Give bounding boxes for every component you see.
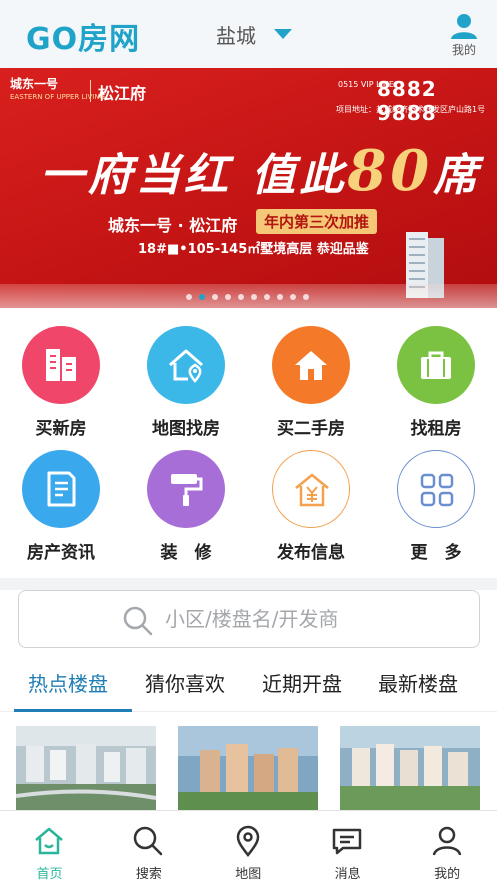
category-label: 更 多 [410, 543, 462, 563]
search-input[interactable] [165, 603, 465, 635]
category-label: 发布信息 [277, 543, 345, 563]
banner-slogan-text: 一府当红 值此 [40, 150, 348, 201]
carousel-dot[interactable] [277, 294, 283, 300]
listing-thumbnail[interactable] [16, 726, 156, 812]
listing-thumbnail[interactable] [340, 726, 480, 812]
category-label: 装 修 [160, 543, 212, 563]
banner-detail: 18#■•105-145㎡墅境高层 恭迎品鉴 [138, 242, 369, 257]
banner-project: 松江府 [98, 84, 147, 103]
grid-icon [397, 450, 475, 528]
banner-slogan: 一府当红 值此80席 [40, 138, 481, 204]
caret-down-icon[interactable] [274, 29, 292, 39]
category-yuan-house[interactable]: 发布信息 [256, 442, 366, 563]
category-label: 买新房 [35, 419, 87, 439]
category-building[interactable]: 买新房 [6, 318, 116, 439]
banner-phone: 8882 9888 [377, 77, 437, 125]
carousel-dot[interactable] [264, 294, 270, 300]
document-icon [22, 450, 100, 528]
carousel-dot[interactable] [186, 294, 192, 300]
category-grid[interactable]: 更 多 [381, 442, 491, 563]
app-header: GO房网 盐城 我的 [0, 0, 497, 68]
nav-item-message[interactable]: 消息 [298, 811, 397, 883]
listing-tabs: 热点楼盘 猜你喜欢 近期开盘 最新楼盘 [0, 660, 497, 712]
paint-roller-icon [147, 450, 225, 528]
tab-2[interactable]: 近期开盘 [262, 668, 342, 697]
category-label: 找租房 [410, 419, 462, 439]
tab-1[interactable]: 猜你喜欢 [145, 668, 225, 697]
house-icon [272, 326, 350, 404]
section-divider [0, 578, 497, 590]
carousel-dot[interactable] [199, 294, 205, 300]
category-grid: 买新房 地图找房 买二手房 找租房房产资讯 装 修 发布信息 更 多 [0, 318, 497, 570]
carousel-dot[interactable] [212, 294, 218, 300]
promo-banner[interactable]: 城东一号 EASTERN OF UPPER LIVING 松江府 0515 VI… [0, 68, 497, 308]
carousel-dot[interactable] [251, 294, 257, 300]
listing-thumbnail[interactable] [178, 726, 318, 812]
nav-label: 消息 [334, 867, 361, 882]
profile-label: 我的 [451, 43, 476, 57]
nav-label: 地图 [235, 867, 262, 882]
nav-item-home[interactable]: 首页 [0, 811, 99, 883]
carousel-dot[interactable] [238, 294, 244, 300]
banner-address: 项目地址：盐城经济技术开发区庐山路1号 [336, 105, 486, 114]
nav-label: 搜索 [135, 867, 162, 882]
active-tab-indicator [14, 709, 132, 712]
yuan-house-icon [272, 450, 350, 528]
banner-slogan-number: 80 [347, 138, 434, 204]
category-document[interactable]: 房产资讯 [6, 442, 116, 563]
city-selector[interactable]: 盐城 [216, 20, 256, 49]
banner-ground [0, 284, 497, 308]
nav-item-location-pin[interactable]: 地图 [199, 811, 298, 883]
category-house[interactable]: 买二手房 [256, 318, 366, 439]
map-house-icon [147, 326, 225, 404]
nav-label: 我的 [434, 867, 461, 882]
category-label: 买二手房 [277, 419, 345, 439]
banner-slogan-end: 席 [433, 150, 482, 201]
tab-3[interactable]: 最新楼盘 [378, 668, 458, 697]
search-icon [123, 606, 153, 636]
user-icon [451, 14, 477, 39]
banner-divider [90, 80, 91, 102]
nav-item-user[interactable]: 我的 [398, 811, 497, 883]
bag-icon [397, 326, 475, 404]
search-bar[interactable] [18, 590, 480, 648]
banner-brand: 城东一号 [10, 77, 59, 91]
banner-subtitle: 城东一号 · 松江府 [108, 216, 238, 235]
bottom-navigation: 首页 搜索 地图 消息 我的 [0, 810, 497, 883]
carousel-dot[interactable] [225, 294, 231, 300]
carousel-dot[interactable] [303, 294, 309, 300]
building-icon [22, 326, 100, 404]
category-label: 房产资讯 [27, 543, 95, 563]
tab-0[interactable]: 热点楼盘 [28, 668, 108, 697]
listing-thumbnails [0, 722, 497, 812]
nav-label: 首页 [36, 867, 63, 882]
category-map-house[interactable]: 地图找房 [131, 318, 241, 439]
nav-item-search[interactable]: 搜索 [99, 811, 198, 883]
carousel-dot[interactable] [290, 294, 296, 300]
category-bag[interactable]: 找租房 [381, 318, 491, 439]
app-logo[interactable]: GO房网 [26, 14, 140, 58]
category-label: 地图找房 [152, 419, 220, 439]
banner-tag: 年内第三次加推 [256, 209, 378, 234]
category-paint-roller[interactable]: 装 修 [131, 442, 241, 563]
profile-button[interactable]: 我的 [444, 12, 484, 58]
